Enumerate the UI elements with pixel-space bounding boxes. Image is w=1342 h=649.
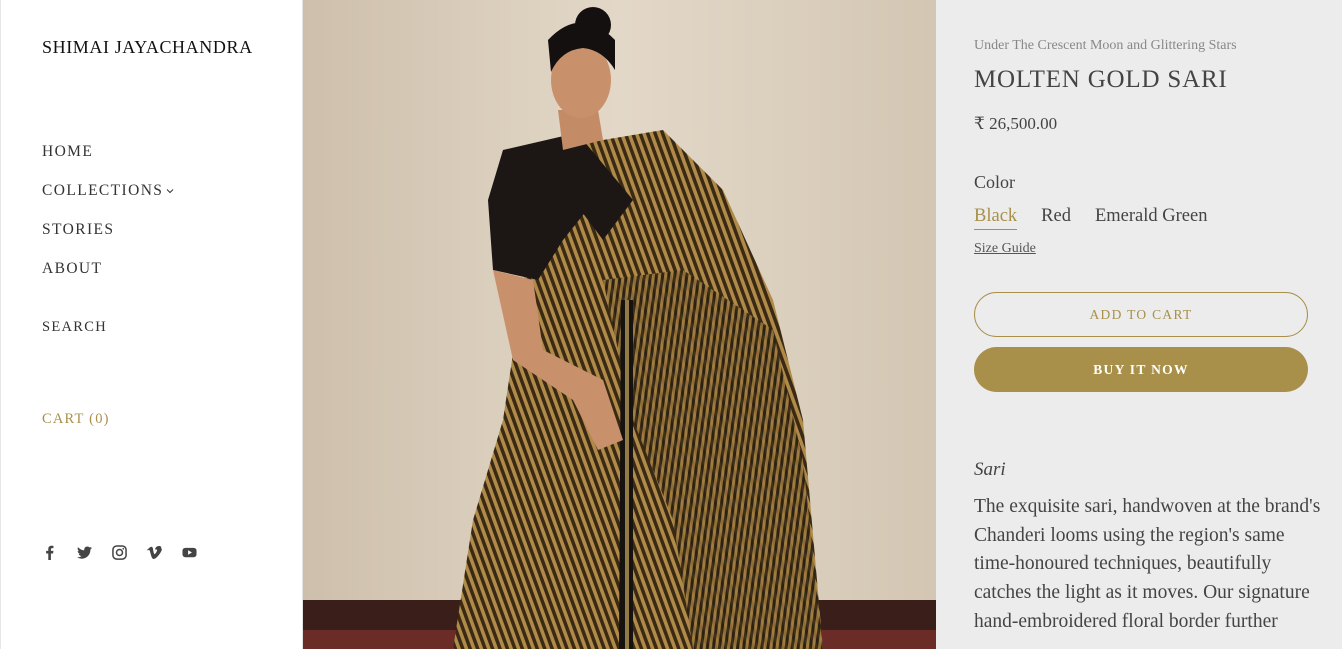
color-options: Black Red Emerald Green bbox=[974, 206, 1207, 230]
nav-item-label: ABOUT bbox=[42, 260, 103, 277]
color-label: Color bbox=[974, 172, 1016, 192]
color-option-black[interactable]: Black bbox=[974, 206, 1018, 230]
product-title: MOLTEN GOLD SARI bbox=[974, 66, 1228, 93]
nav-item-about[interactable]: ABOUT bbox=[42, 259, 175, 298]
instagram-icon[interactable] bbox=[111, 544, 127, 560]
nav-item-stories[interactable]: STORIES bbox=[42, 220, 175, 259]
twitter-icon[interactable] bbox=[76, 544, 92, 560]
nav-item-label: STORIES bbox=[42, 221, 115, 238]
facebook-icon[interactable] bbox=[41, 544, 57, 560]
buy-now-button[interactable]: BUY IT NOW bbox=[974, 347, 1308, 392]
add-to-cart-button[interactable]: ADD TO CART bbox=[974, 292, 1308, 337]
nav-item-label: HOME bbox=[42, 143, 94, 160]
product-price: ₹ 26,500.00 bbox=[974, 114, 1058, 133]
collection-name[interactable]: Under The Crescent Moon and Glittering S… bbox=[974, 38, 1237, 54]
brand-logo[interactable]: SHIMAI JAYACHANDRA bbox=[42, 37, 253, 58]
cart-link[interactable]: CART (0) bbox=[42, 411, 110, 428]
main-nav: HOME COLLECTIONS STORIES ABOUT bbox=[42, 142, 175, 298]
size-guide-link[interactable]: Size Guide bbox=[974, 241, 1036, 257]
product-panel: Under The Crescent Moon and Glittering S… bbox=[936, 0, 1342, 649]
product-image[interactable] bbox=[303, 0, 936, 649]
sidebar: SHIMAI JAYACHANDRA HOME COLLECTIONS STOR… bbox=[0, 0, 303, 649]
chevron-down-icon bbox=[166, 189, 174, 194]
nav-item-home[interactable]: HOME bbox=[42, 142, 175, 181]
color-option-emerald-green[interactable]: Emerald Green bbox=[1095, 206, 1207, 230]
product-description: The exquisite sari, handwoven at the bra… bbox=[974, 496, 1321, 632]
search-link[interactable]: SEARCH bbox=[42, 319, 107, 336]
nav-item-label: COLLECTIONS bbox=[42, 182, 164, 199]
color-option-red[interactable]: Red bbox=[1041, 206, 1071, 230]
vimeo-icon[interactable] bbox=[146, 544, 162, 560]
nav-item-collections[interactable]: COLLECTIONS bbox=[42, 181, 175, 220]
product-photo bbox=[303, 0, 936, 649]
social-links bbox=[41, 544, 197, 560]
description-heading: Sari bbox=[974, 459, 1006, 480]
youtube-icon[interactable] bbox=[181, 544, 197, 560]
